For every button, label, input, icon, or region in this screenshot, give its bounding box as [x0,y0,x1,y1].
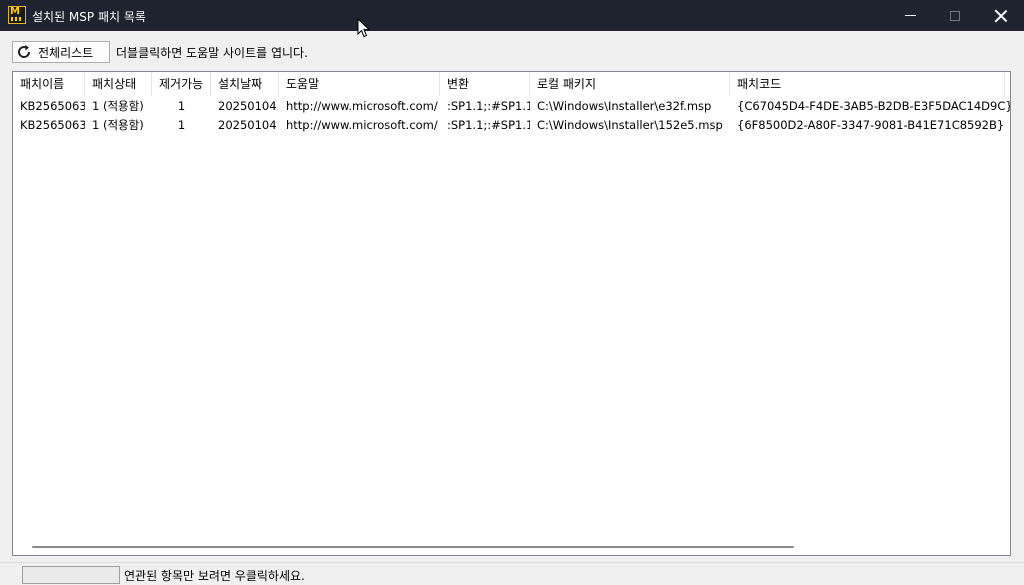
cell-local-package: C:\Windows\Installer\e32f.msp [537,99,712,113]
column-header-patch-code[interactable]: 패치코드 [730,72,1005,96]
cell-install-date: 20250104 [218,118,277,132]
column-header-help[interactable]: 도움말 [279,72,440,96]
window-title: 설치된 MSP 패치 목록 [32,10,146,24]
maximize-button[interactable] [932,0,978,31]
mouse-cursor-icon [357,18,371,38]
horizontal-scrollbar[interactable] [13,538,1010,555]
double-click-hint: 더블클릭하면 도움말 사이트를 엽니다. [116,46,308,60]
status-panel [22,566,120,584]
cell-patch-state: 1 (적용함) [92,118,144,132]
column-header-local-package[interactable]: 로컬 패키지 [530,72,730,96]
cell-removable: 1 [177,99,186,113]
cell-removable: 1 [177,118,186,132]
full-list-button[interactable]: 전체리스트 [12,41,110,63]
cell-patch-code: {C67045D4-F4DE-3AB5-B2DB-E3F5DAC14D9C} [737,99,1010,113]
title-bar[interactable]: M 설치된 MSP 패치 목록 [0,0,1024,31]
cell-local-package: C:\Windows\Installer\152e5.msp [537,118,723,132]
close-icon [994,9,1008,23]
cell-transform: :SP1.1;:#SP1.1 [447,99,530,113]
maximize-icon [950,10,960,21]
column-header-install-date[interactable]: 설치날짜 [211,72,279,96]
minimize-icon [904,15,916,16]
cell-patch-state: 1 (적용함) [92,99,144,113]
table-row[interactable]: KB2565063 1 (적용함) 1 20250104 http://www.… [13,116,1010,135]
app-icon: M [8,6,26,24]
refresh-icon [18,45,31,58]
status-text: 연관된 항목만 보려면 우클릭하세요. [124,569,305,583]
column-header-patch-state[interactable]: 패치상태 [85,72,152,96]
cell-transform: :SP1.1;:#SP1.1 [447,118,530,132]
list-header: 패치이름 패치상태 제거가능 설치날짜 도움말 변환 로컬 패키지 패치코드 [13,72,1010,96]
close-button[interactable] [978,0,1024,31]
patch-list[interactable]: 패치이름 패치상태 제거가능 설치날짜 도움말 변환 로컬 패키지 패치코드 K… [12,71,1011,556]
cell-patch-name: KB2565063 [20,118,85,132]
cell-patch-name: KB2565063 [20,99,85,113]
column-header-patch-name[interactable]: 패치이름 [13,72,85,96]
minimize-button[interactable] [887,0,933,31]
full-list-button-label: 전체리스트 [38,45,94,60]
table-row[interactable]: KB2565063 1 (적용함) 1 20250104 http://www.… [13,97,1010,116]
column-header-transform[interactable]: 변환 [440,72,530,96]
status-bar: 연관된 항목만 보려면 우클릭하세요. [0,562,1024,585]
column-header-removable[interactable]: 제거가능 [152,72,211,96]
cell-install-date: 20250104 [218,99,277,113]
cell-help-url: http://www.microsoft.com/ [286,118,438,132]
cell-patch-code: {6F8500D2-A80F-3347-9081-B41E71C8592B} [737,118,1005,132]
horizontal-scroll-thumb[interactable] [32,546,794,548]
cell-help-url: http://www.microsoft.com/ [286,99,438,113]
